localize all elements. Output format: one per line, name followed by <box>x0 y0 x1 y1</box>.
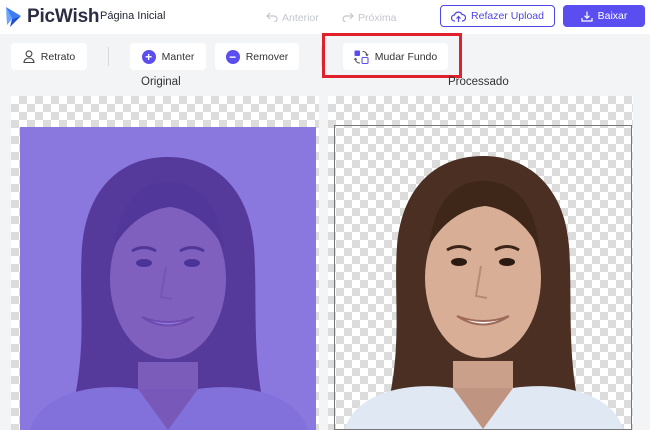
undo-label: Anterior <box>282 12 319 24</box>
highlight-box <box>322 33 462 78</box>
reupload-button[interactable]: Refazer Upload <box>440 5 555 27</box>
redo-button[interactable]: Próxima <box>342 12 397 24</box>
minus-icon: − <box>225 49 240 64</box>
undo-button[interactable]: Anterior <box>266 12 319 24</box>
remove-button[interactable]: − Remover <box>215 43 299 70</box>
keep-overlay <box>20 127 316 430</box>
original-label: Original <box>141 76 181 88</box>
processed-label: Processado <box>448 76 509 88</box>
original-image-panel[interactable] <box>11 96 319 430</box>
redo-label: Próxima <box>358 12 397 24</box>
download-icon <box>581 11 593 22</box>
picwish-logo-icon[interactable] <box>4 5 24 29</box>
brand-name[interactable]: PicWish <box>27 6 100 28</box>
reupload-label: Refazer Upload <box>471 10 544 22</box>
processed-photo <box>334 125 632 430</box>
top-bar: PicWish Página Inicial Anterior Próxima … <box>0 0 650 34</box>
original-photo <box>20 127 316 430</box>
cloud-upload-icon <box>451 11 467 22</box>
processed-image-panel[interactable] <box>328 96 633 430</box>
portrait-illustration <box>20 127 316 430</box>
plus-icon: + <box>141 49 156 64</box>
portrait-label: Retrato <box>40 50 76 63</box>
undo-icon <box>266 12 278 23</box>
redo-icon <box>342 12 354 23</box>
remove-label: Remover <box>245 50 289 63</box>
portrait-button[interactable]: Retrato <box>11 43 87 70</box>
toolbar-divider <box>108 47 109 66</box>
keep-label: Manter <box>161 50 195 63</box>
person-icon <box>23 50 35 63</box>
keep-button[interactable]: + Manter <box>130 43 206 70</box>
download-label: Baixar <box>597 10 628 22</box>
home-link[interactable]: Página Inicial <box>100 10 165 22</box>
portrait-cutout-illustration <box>345 156 623 429</box>
download-button[interactable]: Baixar <box>563 5 645 27</box>
